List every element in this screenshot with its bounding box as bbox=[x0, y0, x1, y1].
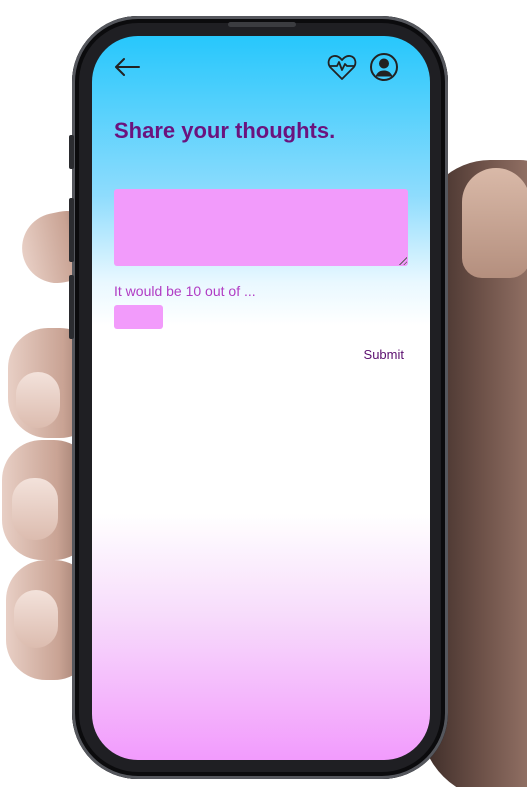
rating-input[interactable] bbox=[114, 305, 163, 329]
heart-pulse-icon bbox=[327, 55, 357, 80]
arrow-left-icon bbox=[115, 58, 140, 76]
stage: Share your thoughts. It would be 10 out … bbox=[0, 0, 527, 787]
thoughts-textarea[interactable] bbox=[114, 189, 408, 266]
textarea-resize-handle[interactable] bbox=[398, 256, 407, 265]
phone-speaker bbox=[228, 22, 296, 27]
app-header bbox=[92, 36, 430, 98]
page-title: Share your thoughts. bbox=[114, 118, 336, 143]
submit-button[interactable]: Submit bbox=[354, 344, 404, 364]
fingernail bbox=[12, 478, 58, 540]
fingernail bbox=[14, 590, 58, 648]
app-screen: Share your thoughts. It would be 10 out … bbox=[92, 36, 430, 760]
health-button[interactable] bbox=[326, 51, 358, 83]
profile-button[interactable] bbox=[368, 51, 400, 83]
phone-mute-switch bbox=[69, 135, 74, 169]
fingernail bbox=[16, 372, 60, 428]
phone-volume-down bbox=[69, 275, 74, 339]
rating-label: It would be 10 out of ... bbox=[114, 283, 256, 299]
back-button[interactable] bbox=[112, 52, 142, 82]
thumb bbox=[462, 168, 527, 278]
phone-volume-up bbox=[69, 198, 74, 262]
user-circle-icon bbox=[370, 53, 398, 81]
